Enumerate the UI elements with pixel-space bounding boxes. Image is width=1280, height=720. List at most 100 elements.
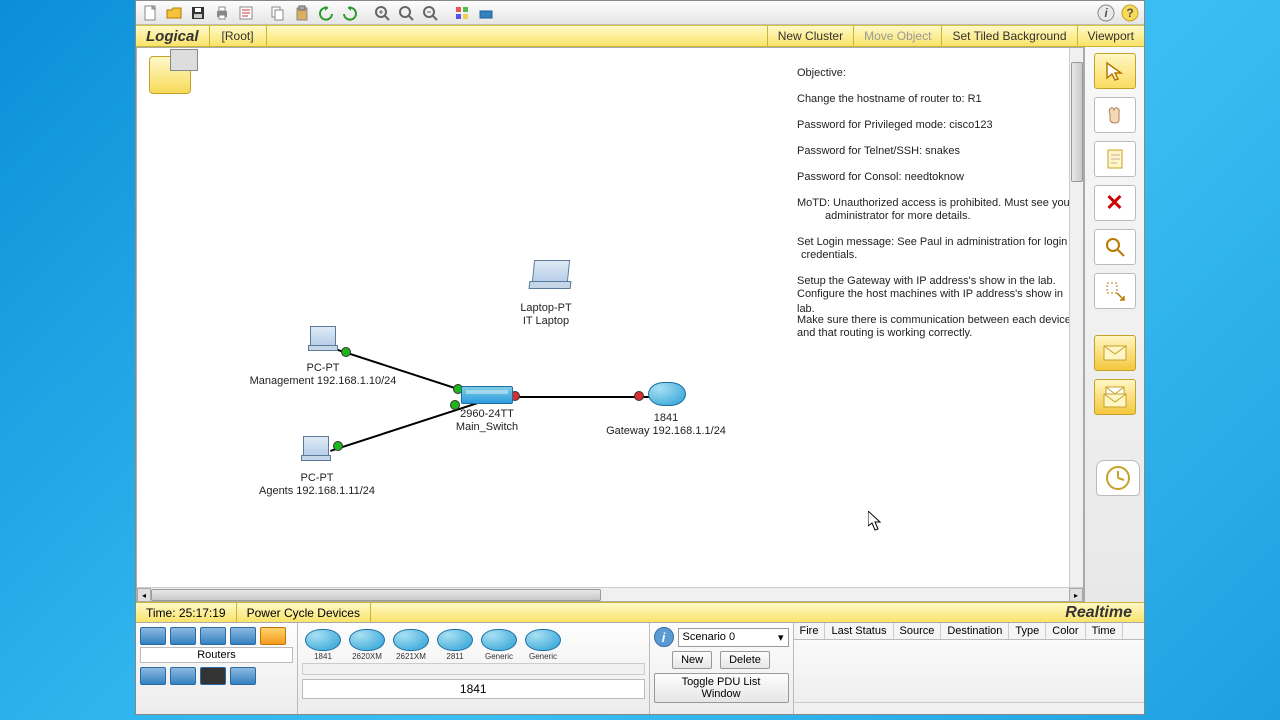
device-switch-model: 2960-24TT [460, 408, 514, 420]
selected-model-label: 1841 [302, 679, 645, 699]
info-icon[interactable]: i [1095, 2, 1117, 24]
model-item-generic-2[interactable]: Generic [524, 629, 562, 661]
power-cycle-button[interactable]: Power Cycle Devices [237, 603, 371, 622]
category-multiuser-icon[interactable] [230, 667, 256, 685]
device-laptop-name: IT Laptop [523, 315, 569, 327]
navigate-back-cluster-icon[interactable] [149, 56, 191, 94]
scenario-info-icon[interactable]: i [654, 627, 674, 647]
new-cluster-button[interactable]: New Cluster [767, 26, 853, 46]
help-icon[interactable]: ? [1119, 2, 1141, 24]
bottom-panel: Routers 1841 2620XM 2621XM 2811 Generic … [136, 622, 1144, 714]
add-complex-pdu-icon[interactable] [1094, 379, 1136, 415]
canvas-vertical-scrollbar[interactable] [1069, 48, 1083, 587]
topology-canvas[interactable]: Objective: Change the hostname of router… [137, 48, 1083, 587]
objective-line-4: Password for Consol: needtoknow [797, 170, 964, 185]
pdu-col-time[interactable]: Time [1086, 623, 1123, 639]
category-hubs-icon[interactable] [200, 627, 226, 645]
scenario-delete-button[interactable]: Delete [720, 651, 770, 669]
viewport-button[interactable]: Viewport [1077, 26, 1144, 46]
pdu-col-fire[interactable]: Fire [794, 623, 826, 639]
category-custom-icon[interactable] [200, 667, 226, 685]
right-tool-panel: ✕ [1084, 47, 1144, 602]
device-pc1-type: PC-PT [307, 362, 340, 374]
inspect-tool-icon[interactable] [1094, 229, 1136, 265]
device-switch[interactable] [461, 386, 513, 404]
select-tool-icon[interactable] [1094, 53, 1136, 89]
new-file-icon[interactable] [139, 2, 161, 24]
device-laptop-type: Laptop-PT [520, 302, 571, 314]
objective-line-5b: administrator for more details. [825, 209, 971, 224]
objective-line-6b: credentials. [801, 248, 857, 263]
workspace-mode-label: Logical [136, 28, 209, 45]
category-wan-emulation-icon[interactable] [170, 667, 196, 685]
objective-line-3: Password for Telnet/SSH: snakes [797, 144, 960, 159]
resize-shape-tool-icon[interactable] [1094, 273, 1136, 309]
scenario-select[interactable]: Scenario 0▾ [678, 628, 789, 647]
paste-icon[interactable] [291, 2, 313, 24]
category-end-devices-icon[interactable] [140, 667, 166, 685]
category-routers-icon[interactable] [140, 627, 166, 645]
device-pc-agents [303, 436, 331, 461]
pdu-list-header: Fire Last Status Source Destination Type… [794, 623, 1145, 640]
move-layout-tool-icon[interactable] [1094, 97, 1136, 133]
model-item-1841[interactable]: 1841 [304, 629, 342, 661]
main-toolbar: i ? [136, 1, 1144, 25]
objective-line-2: Password for Privileged mode: cisco123 [797, 118, 993, 133]
device-category-panel: Routers [136, 623, 298, 714]
print-icon[interactable] [211, 2, 233, 24]
scenario-panel: i Scenario 0▾ New Delete Toggle PDU List… [650, 623, 794, 714]
category-wireless-icon[interactable] [230, 627, 256, 645]
device-pc1-label: Management 192.168.1.10/24 [250, 375, 397, 387]
port-status-router-switch [634, 391, 644, 401]
pdu-col-last-status[interactable]: Last Status [825, 623, 893, 639]
model-item-2621xm[interactable]: 2621XM [392, 629, 430, 661]
realtime-simulation-toggle[interactable] [1096, 460, 1140, 496]
set-tiled-bg-button[interactable]: Set Tiled Background [941, 26, 1076, 46]
move-object-button[interactable]: Move Object [853, 26, 941, 46]
link-switch-router[interactable] [515, 396, 650, 398]
save-icon[interactable] [187, 2, 209, 24]
device-router[interactable] [648, 382, 686, 406]
copy-icon[interactable] [267, 2, 289, 24]
simulation-time-label: Time: 25:17:19 [136, 603, 237, 622]
device-model-panel: 1841 2620XM 2621XM 2811 Generic Generic … [298, 623, 650, 714]
custom-devices-icon[interactable] [475, 2, 497, 24]
category-switches-icon[interactable] [170, 627, 196, 645]
zoom-out-icon[interactable] [419, 2, 441, 24]
device-category-label: Routers [140, 647, 293, 663]
device-switch-name: Main_Switch [456, 421, 518, 433]
device-pc-management[interactable] [310, 326, 338, 351]
canvas-horizontal-scrollbar[interactable]: ◂ ▸ [137, 587, 1083, 601]
model-item-generic-1[interactable]: Generic [480, 629, 518, 661]
redo-icon[interactable] [339, 2, 361, 24]
model-item-2811[interactable]: 2811 [436, 629, 474, 661]
toggle-pdu-list-button[interactable]: Toggle PDU List Window [654, 673, 789, 703]
device-laptop[interactable] [533, 260, 571, 289]
activity-wizard-icon[interactable] [235, 2, 257, 24]
breadcrumb-root[interactable]: [Root] [209, 26, 267, 46]
zoom-in-icon[interactable] [371, 2, 393, 24]
drawing-palette-icon[interactable] [451, 2, 473, 24]
category-connections-icon[interactable] [260, 627, 286, 645]
pdu-col-color[interactable]: Color [1046, 623, 1085, 639]
place-note-tool-icon[interactable] [1094, 141, 1136, 177]
add-simple-pdu-icon[interactable] [1094, 335, 1136, 371]
pdu-col-destination[interactable]: Destination [941, 623, 1009, 639]
device-router-model: 1841 [654, 412, 678, 424]
pdu-list-scrollbar[interactable] [794, 702, 1145, 714]
zoom-reset-icon[interactable] [395, 2, 417, 24]
mode-realtime-label: Realtime [1053, 604, 1144, 622]
port-status-pc2 [333, 441, 343, 451]
open-file-icon[interactable] [163, 2, 185, 24]
delete-tool-icon[interactable]: ✕ [1094, 185, 1136, 221]
model-item-2620xm[interactable]: 2620XM [348, 629, 386, 661]
mouse-cursor-icon [868, 511, 882, 531]
svg-text:?: ? [1126, 6, 1133, 20]
main-area: Objective: Change the hostname of router… [136, 47, 1144, 602]
pdu-col-type[interactable]: Type [1009, 623, 1046, 639]
undo-icon[interactable] [315, 2, 337, 24]
model-scrollbar[interactable] [302, 663, 645, 675]
scenario-new-button[interactable]: New [672, 651, 712, 669]
port-status-switch-pc2 [450, 400, 460, 410]
pdu-col-source[interactable]: Source [894, 623, 942, 639]
